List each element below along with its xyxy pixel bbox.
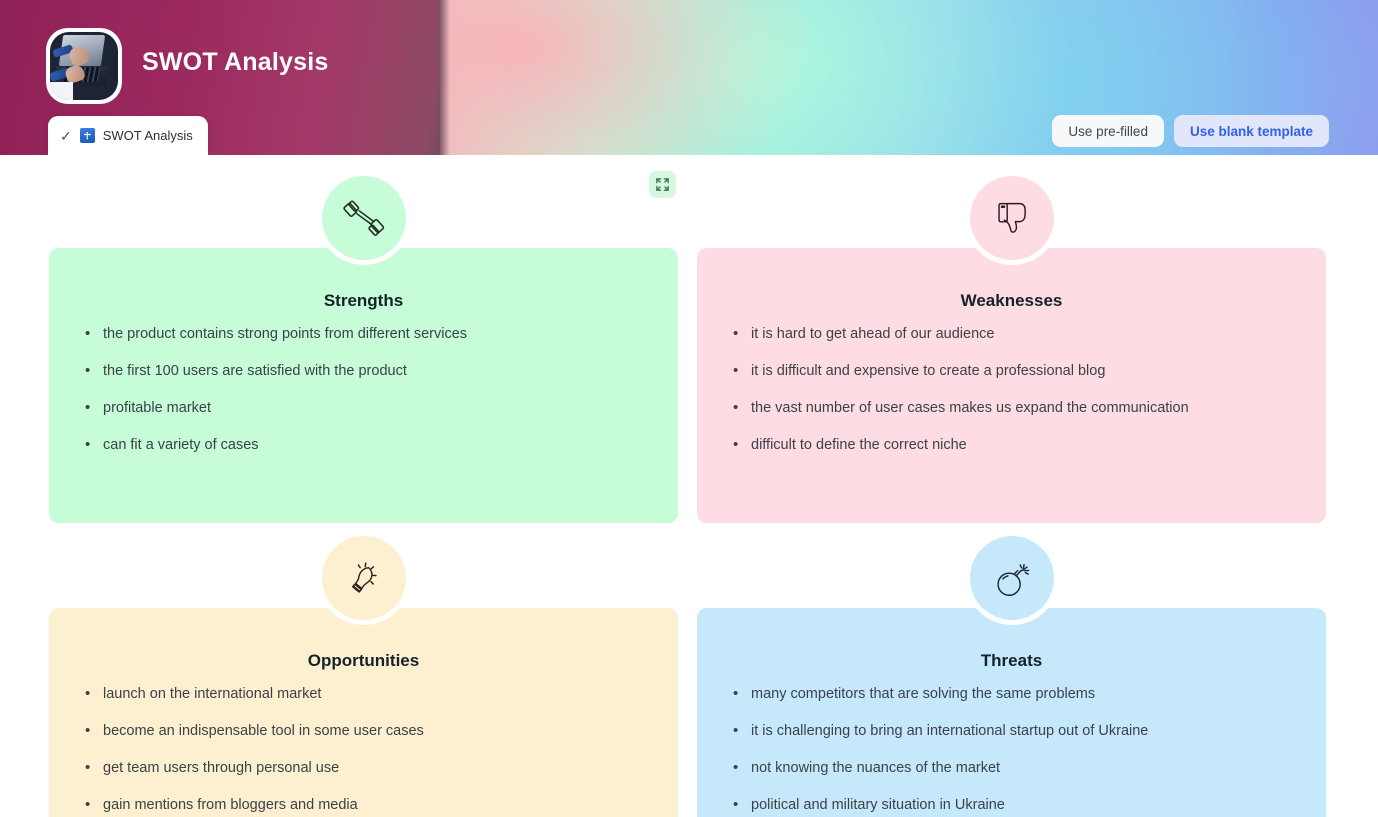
avatar xyxy=(46,28,122,104)
list-item[interactable]: become an indispensable tool in some use… xyxy=(83,722,644,740)
list-item[interactable]: get team users through personal use xyxy=(83,759,644,777)
use-blank-template-button[interactable]: Use blank template xyxy=(1173,115,1329,147)
header-background-seam xyxy=(440,0,450,155)
swot-analysis-page: SWOT Analysis ✓ SWOT Analysis Use pre-fi… xyxy=(0,0,1378,817)
list-item[interactable]: political and military situation in Ukra… xyxy=(731,796,1292,814)
avatar-photo xyxy=(50,32,118,100)
list-item[interactable]: it is challenging to bring an internatio… xyxy=(731,722,1292,740)
tab-label: SWOT Analysis xyxy=(102,128,193,143)
list-item[interactable]: it is difficult and expensive to create … xyxy=(731,362,1292,380)
list-item[interactable]: the vast number of user cases makes us e… xyxy=(731,399,1292,417)
opportunities-list: launch on the international market becom… xyxy=(49,685,678,817)
list-item[interactable]: it is hard to get ahead of our audience xyxy=(731,325,1292,343)
list-item[interactable]: many competitors that are solving the sa… xyxy=(731,685,1292,703)
opportunities-card[interactable]: Opportunities launch on the internationa… xyxy=(49,608,678,817)
tab-swot-analysis[interactable]: ✓ SWOT Analysis xyxy=(48,116,208,155)
list-item[interactable]: launch on the international market xyxy=(83,685,644,703)
weaknesses-card[interactable]: Weaknesses it is hard to get ahead of ou… xyxy=(697,248,1326,523)
weaknesses-list: it is hard to get ahead of our audience … xyxy=(697,325,1326,474)
strengths-list: the product contains strong points from … xyxy=(49,325,678,474)
page-title: SWOT Analysis xyxy=(142,48,329,76)
list-item[interactable]: the first 100 users are satisfied with t… xyxy=(83,362,644,380)
strengths-card[interactable]: Strengths the product contains strong po… xyxy=(49,248,678,523)
page-header: SWOT Analysis ✓ SWOT Analysis Use pre-fi… xyxy=(0,0,1378,155)
medical-cross-icon xyxy=(79,128,95,143)
threats-title: Threats xyxy=(980,651,1043,670)
thumbs-down-icon xyxy=(969,176,1054,260)
opportunities-title: Opportunities xyxy=(307,651,420,670)
expand-arrows-icon[interactable] xyxy=(649,171,676,198)
strengths-title: Strengths xyxy=(323,291,404,310)
lightbulb-icon xyxy=(321,536,406,620)
avatar-corner-highlight xyxy=(50,82,74,100)
list-item[interactable]: the product contains strong points from … xyxy=(83,325,644,343)
threats-list: many competitors that are solving the sa… xyxy=(697,685,1326,817)
list-item[interactable]: profitable market xyxy=(83,399,644,417)
check-icon: ✓ xyxy=(60,127,72,144)
list-item[interactable]: difficult to define the correct niche xyxy=(731,436,1292,454)
bomb-icon xyxy=(969,536,1054,620)
threats-card[interactable]: Threats many competitors that are solvin… xyxy=(697,608,1326,817)
header-actions: Use pre-filled Use blank template xyxy=(1052,115,1329,147)
list-item[interactable]: can fit a variety of cases xyxy=(83,436,644,454)
use-prefilled-button[interactable]: Use pre-filled xyxy=(1052,115,1164,147)
weaknesses-title: Weaknesses xyxy=(960,291,1063,310)
list-item[interactable]: not knowing the nuances of the market xyxy=(731,759,1292,777)
list-item[interactable]: gain mentions from bloggers and media xyxy=(83,796,644,814)
dumbbell-icon xyxy=(321,176,406,260)
